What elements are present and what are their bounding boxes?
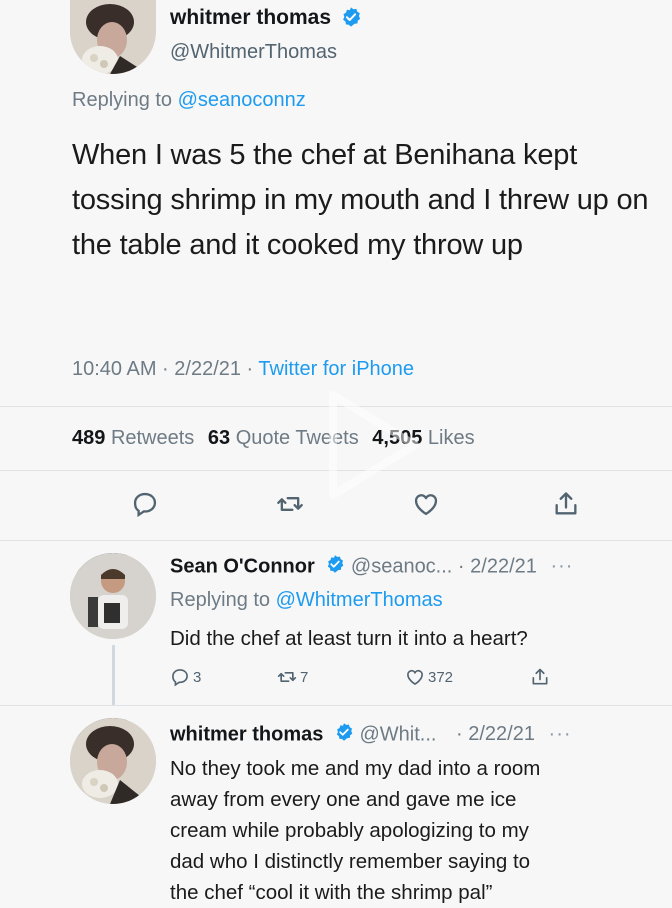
author-name[interactable]: whitmer thomas	[170, 6, 331, 30]
reply-retweet-button[interactable]: 7	[277, 667, 308, 687]
reply-actions: 3 7 372	[170, 667, 590, 691]
reply-author-name[interactable]: Sean O'Connor	[170, 555, 315, 577]
author-avatar[interactable]	[70, 0, 156, 74]
more-options-icon[interactable]: ···	[549, 723, 572, 745]
retweets-count: 489	[72, 427, 106, 449]
verified-badge-icon	[334, 722, 354, 748]
replying-to-prefix: Replying to	[170, 589, 276, 611]
reply-date[interactable]: · 2/22/21	[456, 723, 535, 745]
retweets-stat[interactable]: 489 Retweets	[72, 427, 194, 449]
replying-to-line: Replying to @seanoconnz	[72, 89, 306, 112]
retweets-label: Retweets	[110, 427, 195, 449]
time-date[interactable]: 10:40 AM · 2/22/21 ·	[72, 358, 258, 380]
reply-author-handle[interactable]: @Whit...	[359, 723, 436, 745]
reply-share-button[interactable]	[530, 667, 553, 687]
reply-author-avatar[interactable]	[70, 553, 156, 639]
replying-to-mention[interactable]: @seanoconnz	[178, 89, 306, 111]
share-icon	[532, 668, 548, 685]
reply-author-handle[interactable]: @seanoc...	[351, 555, 452, 577]
reply-count: 3	[193, 668, 202, 686]
verified-badge-icon	[325, 554, 345, 580]
reply-text-line: away from every one and gave me ice	[170, 788, 517, 811]
tweet-text: When I was 5 the chef at Benihana kept t…	[72, 139, 649, 261]
reply-text: No they took me and my dad into a room a…	[170, 753, 630, 908]
replying-to-mention[interactable]: @WhitmerThomas	[276, 589, 443, 611]
play-icon[interactable]	[315, 385, 425, 505]
tweet-timestamp: 10:40 AM · 2/22/21 · Twitter for iPhone	[72, 358, 414, 381]
quotes-count: 63	[207, 427, 231, 449]
divider	[0, 705, 672, 706]
like-count: 372	[428, 668, 454, 686]
retweet-icon	[277, 672, 297, 682]
tweet-source[interactable]: Twitter for iPhone	[258, 358, 414, 380]
reply-author-avatar[interactable]	[70, 718, 156, 804]
reply-text-line: No they took me and my dad into a room	[170, 757, 541, 780]
more-options-icon[interactable]: ···	[550, 555, 573, 577]
thread-connector-line	[112, 645, 115, 705]
divider	[0, 540, 672, 541]
reply-text-line: dad who I distinctly remember saying to	[170, 850, 531, 873]
reply-author-name[interactable]: whitmer thomas	[170, 723, 323, 745]
retweet-icon[interactable]	[276, 490, 304, 518]
reply-like-button[interactable]: 372	[405, 667, 453, 687]
reply-header: whitmer thomas @Whit... · 2/22/21 ···	[170, 722, 572, 748]
share-icon[interactable]	[552, 490, 580, 518]
reply-reply-button[interactable]: 3	[170, 667, 201, 687]
like-icon	[407, 669, 423, 685]
author-info: whitmer thomas @WhitmerThomas	[170, 6, 362, 64]
replying-to-prefix: Replying to	[72, 89, 178, 111]
reply-text-line: cream while probably apologizing to my	[170, 819, 529, 842]
reply-header: Sean O'Connor @seanoc... · 2/22/21 ···	[170, 554, 573, 580]
reply-text-line: the chef “cool it with the shrimp pal”	[170, 881, 493, 904]
author-handle[interactable]: @WhitmerThomas	[170, 41, 362, 64]
reply-replying-to-line: Replying to @WhitmerThomas	[170, 589, 443, 612]
tweet-thread-screenshot: whitmer thomas @WhitmerThomas Replying t…	[0, 0, 672, 908]
reply-date[interactable]: · 2/22/21	[458, 555, 537, 577]
likes-label: Likes	[427, 427, 475, 449]
reply-icon[interactable]	[131, 490, 159, 518]
reply-icon	[172, 669, 188, 687]
retweet-count: 7	[300, 668, 309, 686]
verified-badge-icon	[340, 6, 362, 33]
reply-text: Did the chef at least turn it into a hea…	[170, 627, 528, 650]
